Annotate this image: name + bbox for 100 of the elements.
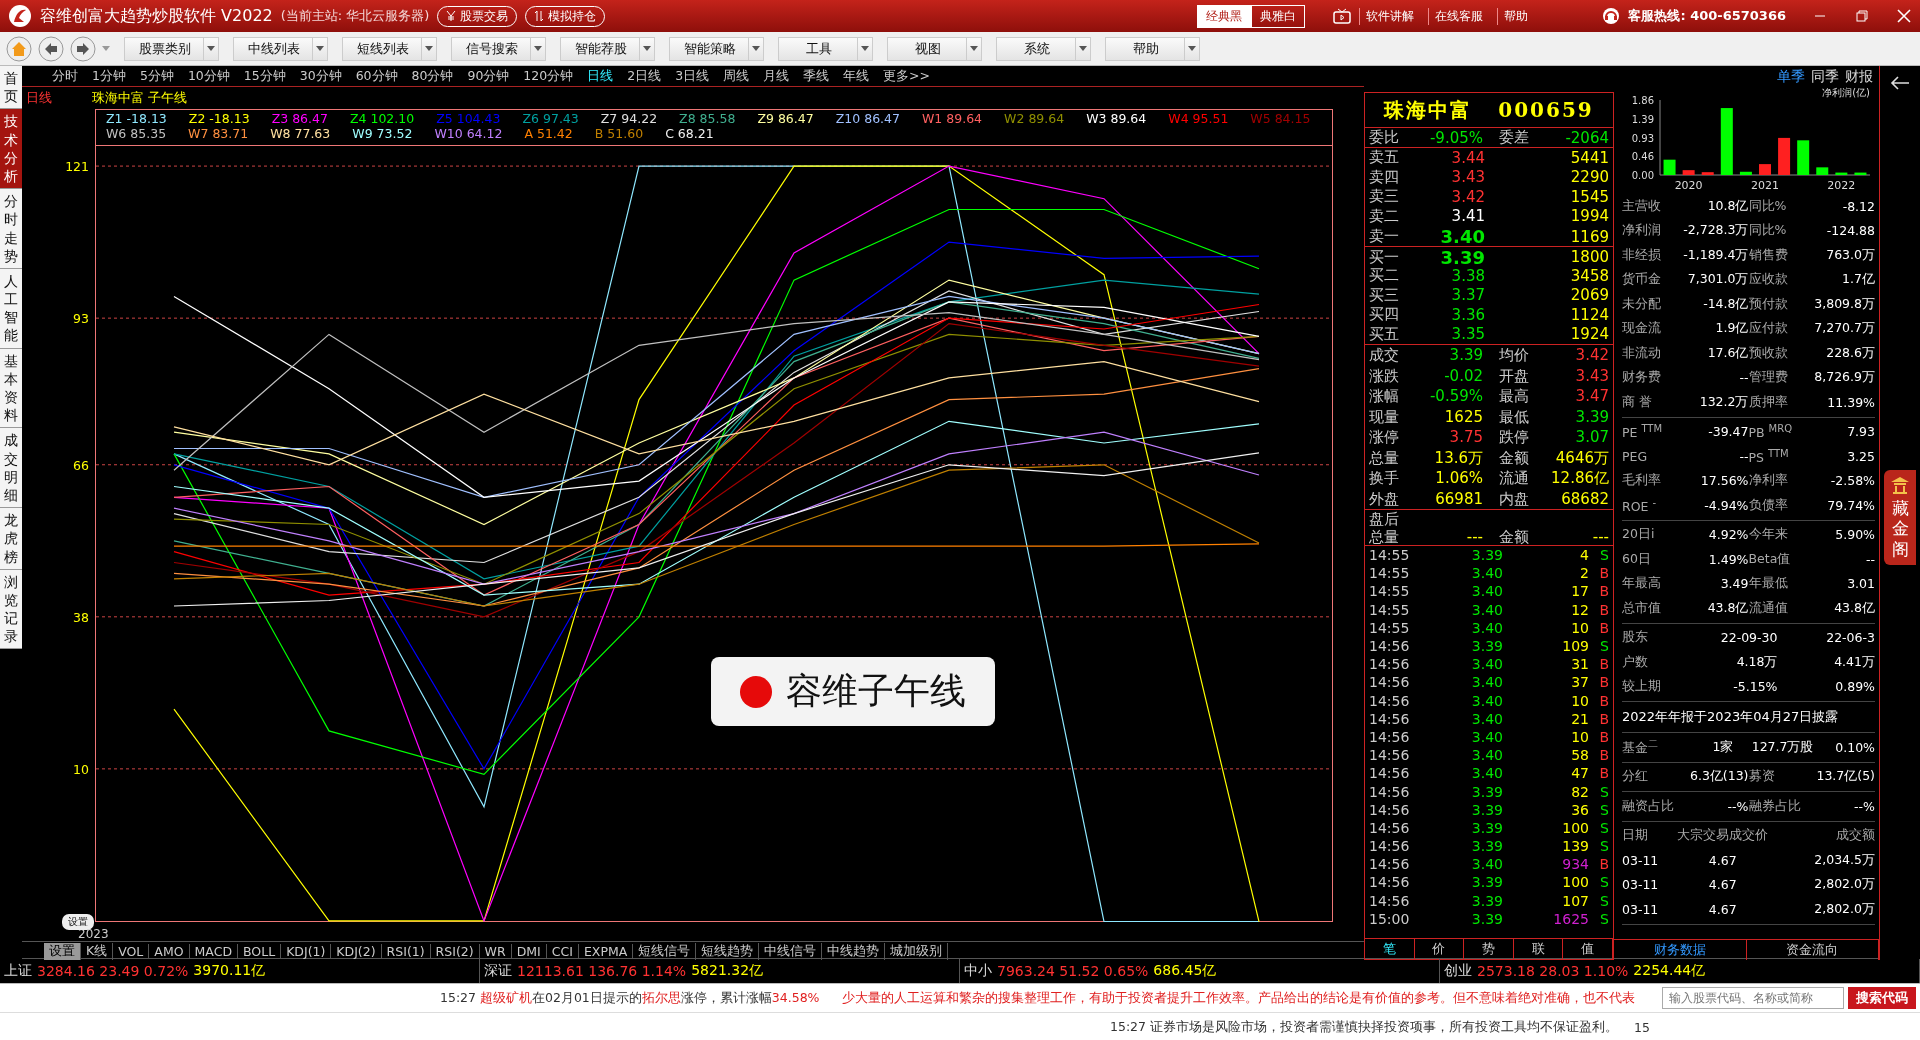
finance-value: -39.47 (1707, 424, 1749, 440)
finance-value: 10.8亿 (1706, 197, 1749, 215)
sidebar-tab[interactable]: 龙虎榜 (0, 508, 22, 570)
theme-toggle[interactable]: 典雅白 (1251, 4, 1306, 28)
ticker-text: 拓尔思 (641, 989, 681, 1007)
tick-volume: 37 (1570, 674, 1589, 691)
period-tab[interactable]: 季线 (803, 67, 830, 85)
tick-price: 3.40 (1470, 728, 1503, 745)
period-tab[interactable]: 30分钟 (299, 67, 342, 85)
tick-time: 14:56 (1369, 765, 1411, 782)
menu-button[interactable]: 系统 (996, 36, 1091, 61)
finance-value: 79.74% (1826, 497, 1875, 513)
tick-time: 14:56 (1369, 747, 1411, 764)
quote-label: 流通 (1498, 468, 1530, 489)
tick-volume: 36 (1570, 801, 1589, 818)
column-header: 大宗交易成交价 (1676, 827, 1770, 845)
period-tab[interactable]: 80分钟 (411, 67, 454, 85)
back-arrow-icon[interactable] (1890, 76, 1910, 90)
legend-item: Z6 97.43 (522, 111, 579, 126)
header-link[interactable]: 帮助 (1497, 7, 1535, 25)
settings-button[interactable]: 设置 (62, 914, 94, 930)
tick-price: 3.40 (1470, 601, 1503, 618)
table-cell-text: 03-11 (1622, 901, 1660, 917)
finance-value: 43.8亿 (1706, 599, 1749, 617)
menu-button[interactable]: 工具 (778, 36, 873, 61)
period-tab[interactable]: 分时 (52, 67, 78, 85)
menu-button[interactable]: 股票类别 (124, 36, 219, 61)
finance-label: PEG (1622, 448, 1649, 464)
menu-button[interactable]: 智能荐股 (560, 36, 655, 61)
finance-value: 1.49% (1707, 551, 1749, 567)
sidebar-tab[interactable]: 成交明细 (0, 428, 22, 509)
book-price: 3.39 (1439, 246, 1485, 268)
tick-price: 3.39 (1470, 638, 1503, 655)
quote-value: 1.06% (1434, 468, 1483, 489)
period-tab[interactable]: 2日线 (627, 67, 662, 85)
menu-button[interactable]: 中线列表 (233, 36, 328, 61)
finance-value: 22-09-30 (1719, 630, 1778, 646)
forward-icon[interactable] (70, 35, 96, 62)
period-tab[interactable]: 日线 (587, 67, 614, 85)
period-tab[interactable]: 月线 (763, 67, 790, 85)
menu-button[interactable]: 智能策略 (669, 36, 764, 61)
period-tab[interactable]: 60分钟 (355, 67, 398, 85)
period-tab[interactable]: 10分钟 (187, 67, 230, 85)
period-tab[interactable]: 3日线 (675, 67, 710, 85)
tick-time: 14:56 (1369, 856, 1411, 873)
header-link[interactable]: 软件讲解 (1359, 7, 1421, 25)
period-tab[interactable]: 90分钟 (467, 67, 510, 85)
tick-volume: 17 (1570, 583, 1589, 600)
legend-item: W2 89.64 (1004, 111, 1065, 126)
finance-label: 流通值 (1748, 599, 1789, 617)
period-tab[interactable]: 15分钟 (243, 67, 286, 85)
menu-button[interactable]: 帮助 (1105, 36, 1200, 61)
book-label: 卖五 (1369, 148, 1400, 168)
period-tab[interactable]: 周线 (723, 67, 750, 85)
finance-label: PB $^{MRQ}$ (1748, 423, 1794, 441)
close-icon[interactable] (1896, 8, 1912, 24)
menu-button[interactable]: 信号搜索 (451, 36, 546, 61)
dot-icon (740, 675, 772, 708)
finance-label: 非流动 (1622, 344, 1662, 362)
menu-button[interactable]: 视图 (887, 36, 982, 61)
sidebar-tab[interactable]: 分时走势 (0, 189, 22, 269)
finance-label: 应收款 (1748, 271, 1789, 289)
period-tab[interactable]: 更多>> (883, 67, 931, 85)
finance-value: -124.88 (1825, 223, 1875, 239)
quote-value: 12.86亿 (1550, 468, 1609, 489)
sidebar-tab[interactable]: 浏览记录 (0, 569, 22, 650)
risk-message: 15:27 证券市场是风险市场，投资者需谨慎抉择投资项事，所有投资工具均不保证盈利。 (1110, 1018, 1618, 1036)
finance-label: 预收款 (1748, 344, 1789, 362)
theme-toggle[interactable]: 经典黑 (1197, 4, 1252, 28)
mode-tab[interactable]: 财报 (1843, 68, 1875, 86)
sidebar-tab[interactable]: 首页 (0, 66, 22, 110)
sidebar-tab[interactable]: 人工智能 (0, 268, 22, 349)
search-button[interactable]: 搜索代码 (1848, 987, 1916, 1009)
sidebar-tab[interactable]: 基本资料 (0, 348, 22, 429)
quote-value: --- (1465, 528, 1483, 546)
tick-side: S (1599, 892, 1609, 909)
y-tick-label: 0.46 (1631, 151, 1654, 163)
finance-value: -- (1738, 448, 1749, 464)
y-tick-label: 1.39 (1631, 113, 1654, 125)
mode-tab[interactable]: 单季 (1775, 68, 1807, 86)
finance-value: -- (1738, 370, 1749, 386)
legend-item: Z2 -18.13 (188, 111, 250, 126)
quote-label: 成交 (1369, 345, 1400, 366)
period-tab[interactable]: 年线 (843, 67, 870, 85)
period-tab[interactable]: 5分钟 (139, 67, 174, 85)
menu-button[interactable]: 短线列表 (342, 36, 437, 61)
restore-icon[interactable] (1854, 8, 1870, 24)
back-icon[interactable] (38, 35, 64, 62)
period-tab[interactable]: 1分钟 (92, 67, 126, 85)
sidebar-tab[interactable]: 技术分析 (0, 109, 22, 190)
side-button[interactable]: 藏金阁 (1884, 470, 1916, 566)
search-field[interactable]: 输入股票代码、名称或简称 (1662, 987, 1844, 1009)
mode-tab[interactable]: 同季 (1809, 68, 1841, 86)
header-link[interactable]: 在线客服 (1428, 7, 1490, 25)
indicator-tab[interactable]: 设置 (44, 942, 81, 960)
year-label: 2023 (78, 927, 109, 941)
table-cell-text: 03-11 (1622, 852, 1660, 868)
book-label: 卖三 (1369, 187, 1400, 207)
section-title: 盘后 (1369, 510, 1400, 529)
period-tab[interactable]: 120分钟 (523, 67, 574, 85)
